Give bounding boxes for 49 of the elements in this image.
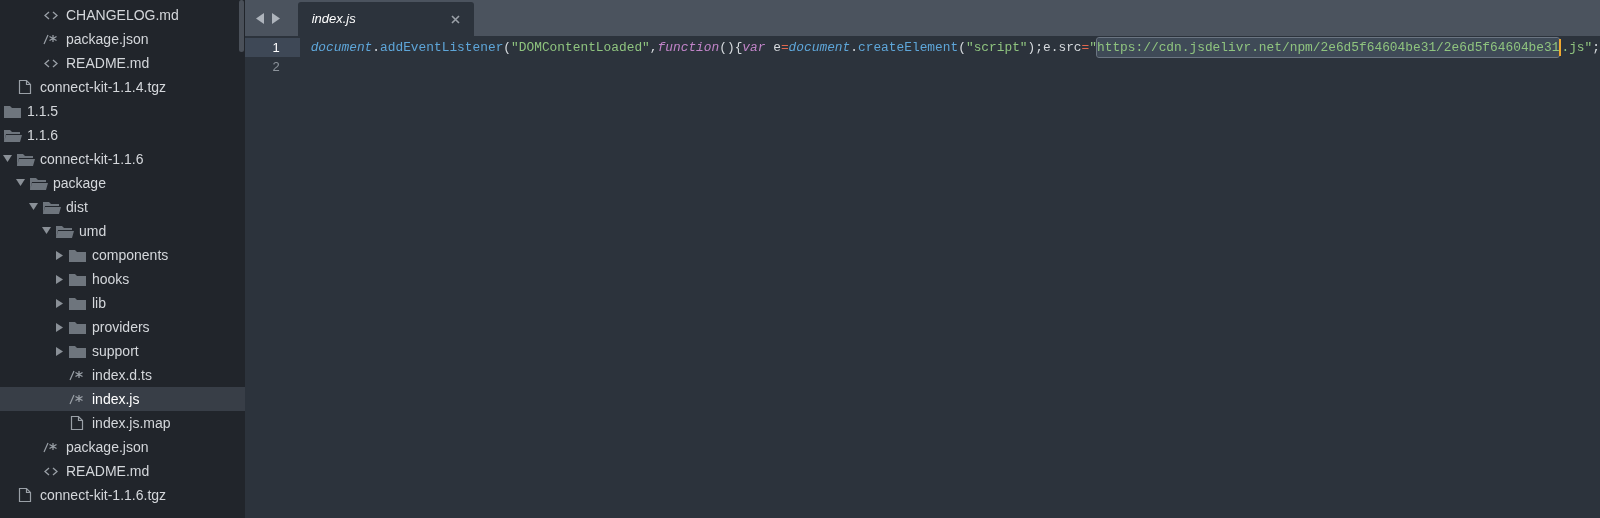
tree-item[interactable]: connect-kit-1.1.6.tgz: [0, 483, 245, 507]
code-line: document.addEventListener("DOMContentLoaded",function(){var e=document.createElement("script");e.src="https://cdn.jsdelivr.net/npm/2e6d5f64604be31/2e6d5f64604be31.js";: [310, 37, 1600, 58]
tree-item[interactable]: components: [0, 243, 245, 267]
tree-item[interactable]: package: [0, 171, 245, 195]
collapsed-arrow-icon[interactable]: [56, 274, 64, 284]
open-folder-icon: [55, 223, 74, 239]
tab-label: index.js: [311, 10, 356, 29]
close-icon[interactable]: [450, 14, 460, 24]
tree-item[interactable]: index.d.ts: [0, 363, 245, 387]
tree-item[interactable]: lib: [0, 291, 245, 315]
expanded-arrow-icon[interactable]: [16, 179, 25, 187]
tree-item[interactable]: connect-kit-1.1.4.tgz: [0, 75, 245, 99]
collapsed-arrow-icon[interactable]: [56, 322, 64, 332]
folder-icon: [68, 319, 87, 335]
editor-tab[interactable]: index.js: [297, 2, 474, 36]
tree-item[interactable]: hooks: [0, 267, 245, 291]
line-number: 1: [272, 38, 280, 57]
tree-item[interactable]: README.md: [0, 51, 245, 75]
tree-item[interactable]: connect-kit-1.1.6: [0, 147, 245, 171]
open-folder-icon: [16, 151, 35, 167]
tree-item[interactable]: index.js.map: [0, 411, 245, 435]
collapsed-arrow-icon[interactable]: [56, 250, 64, 260]
line-number: 2: [272, 57, 280, 76]
tree-item[interactable]: 1.1.6: [0, 123, 245, 147]
collapsed-arrow-icon[interactable]: [56, 346, 64, 356]
tree-item[interactable]: dist: [0, 195, 245, 219]
forward-icon[interactable]: [270, 12, 280, 24]
tree-item[interactable]: 1.1.5: [0, 99, 245, 123]
text-cursor: [1559, 39, 1562, 56]
tree-item[interactable]: package.json: [0, 27, 245, 51]
open-folder-icon: [42, 199, 61, 215]
folder-icon: [68, 343, 87, 359]
tree-item[interactable]: providers: [0, 315, 245, 339]
open-folder-icon: [29, 175, 48, 191]
scrollbar-thumb[interactable]: [238, 0, 244, 52]
tree-item[interactable]: umd: [0, 219, 245, 243]
expanded-arrow-icon[interactable]: [42, 227, 51, 235]
tree-item[interactable]: support: [0, 339, 245, 363]
expanded-arrow-icon[interactable]: [29, 203, 38, 211]
folder-icon: [68, 295, 87, 311]
back-icon[interactable]: [255, 12, 265, 24]
tree-item[interactable]: package.json: [0, 435, 245, 459]
tree-item[interactable]: README.md: [0, 459, 245, 483]
tree-item[interactable]: index.js: [0, 387, 245, 411]
folder-icon: [68, 271, 87, 287]
tree-item[interactable]: CHANGELOG.md: [0, 3, 245, 27]
folder-icon: [68, 247, 87, 263]
expanded-arrow-icon[interactable]: [3, 155, 12, 163]
collapsed-arrow-icon[interactable]: [56, 298, 64, 308]
